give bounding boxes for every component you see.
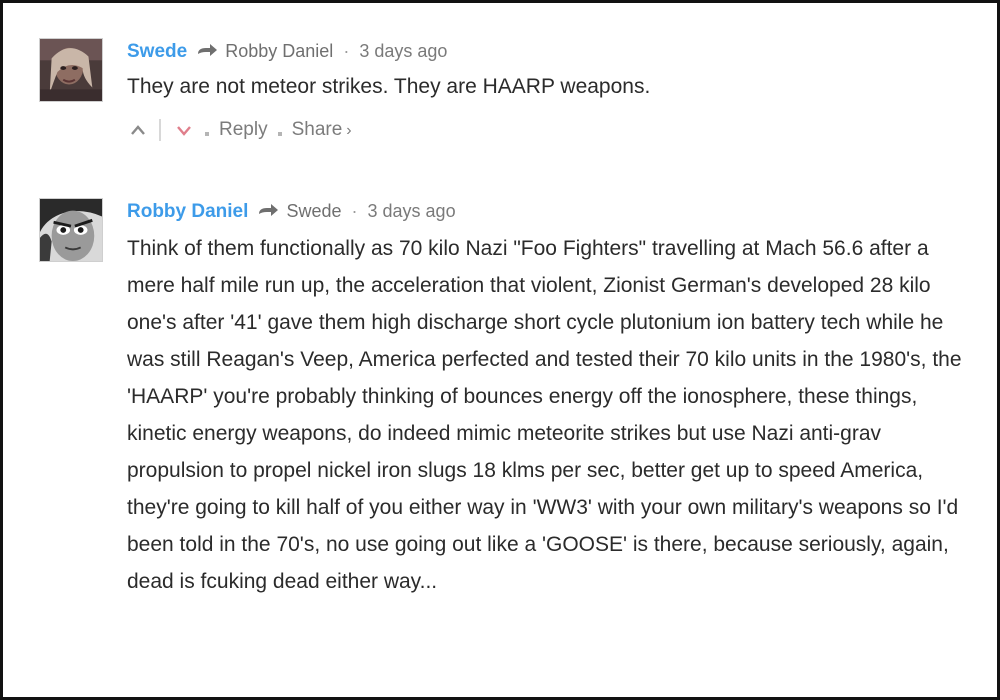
in-reply-to-author[interactable]: Robby Daniel (225, 41, 333, 61)
action-separator (205, 132, 209, 136)
comment-thread-frame: Swede Robby Daniel · 3 days ago They are… (0, 0, 1000, 700)
chevron-right-icon: › (346, 122, 352, 139)
comment-body: Robby Daniel Swede · 3 days ago Think of… (127, 198, 977, 600)
comment-body: Swede Robby Daniel · 3 days ago They are… (127, 38, 977, 144)
comment-meta: Robby Daniel Swede · 3 days ago (127, 198, 977, 224)
reply-arrow-icon (259, 204, 279, 216)
avatar[interactable] (39, 38, 103, 102)
reply-arrow-icon (198, 44, 218, 56)
in-reply-to-author[interactable]: Swede (286, 201, 341, 221)
timestamp[interactable]: 3 days ago (368, 201, 456, 221)
share-button[interactable]: Share › (292, 119, 352, 141)
timestamp[interactable]: 3 days ago (359, 41, 447, 61)
chevron-up-icon (131, 125, 145, 135)
meta-separator: · (343, 41, 350, 61)
vote-divider (159, 119, 161, 141)
upvote-button[interactable] (127, 119, 149, 141)
chevron-down-icon (177, 126, 191, 136)
share-label: Share (291, 119, 343, 140)
comment-text: Think of them functionally as 70 kilo Na… (127, 237, 962, 593)
action-separator (277, 132, 282, 136)
comment-text: They are not meteor strikes. They are HA… (127, 75, 651, 98)
avatar[interactable] (39, 198, 103, 262)
author-name[interactable]: Robby Daniel (127, 201, 248, 222)
reply-button[interactable]: Reply (219, 119, 268, 141)
comment-meta: Swede Robby Daniel · 3 days ago (127, 38, 977, 64)
avatar-photo-icon (40, 199, 102, 261)
avatar-photo-icon (40, 39, 102, 101)
downvote-button[interactable] (173, 119, 195, 141)
comment-actions: Reply Share › (127, 116, 977, 144)
meta-separator: · (351, 201, 358, 221)
author-name[interactable]: Swede (127, 41, 187, 62)
